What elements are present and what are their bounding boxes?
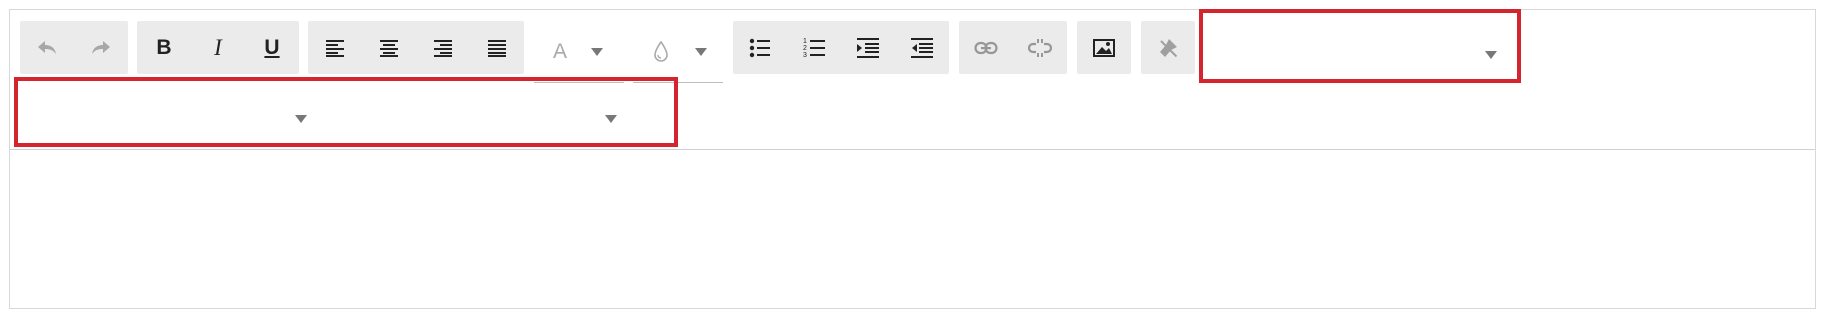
outdent-button[interactable]: [895, 21, 949, 74]
outdent-icon: [911, 37, 933, 58]
chevron-down-icon[interactable]: [695, 47, 707, 56]
link-group: [959, 21, 1067, 74]
chevron-down-icon[interactable]: [591, 47, 604, 56]
droplet-icon: [654, 40, 668, 62]
unlink-icon: [1028, 38, 1052, 57]
font-color-icon: A: [553, 39, 568, 63]
alignment-group: [308, 21, 524, 74]
align-left-icon: [326, 39, 344, 57]
align-left-button[interactable]: [308, 21, 362, 74]
image-group: [1077, 21, 1131, 74]
bulleted-list-button[interactable]: [733, 21, 787, 74]
bold-icon: B: [156, 35, 172, 59]
undo-button[interactable]: [20, 21, 74, 74]
align-justify-button[interactable]: [470, 21, 524, 74]
font-color-picker[interactable]: A: [534, 21, 624, 83]
rich-text-editor: B I U A 1 2 3: [9, 9, 1816, 309]
editor-toolbar: B I U A 1 2 3: [10, 10, 1815, 150]
numbered-list-icon: 1 2 3: [803, 38, 825, 59]
svg-text:1: 1: [803, 38, 807, 45]
numbered-list-button[interactable]: 1 2 3: [787, 21, 841, 74]
insert-image-button[interactable]: [1077, 21, 1131, 74]
indent-button[interactable]: [841, 21, 895, 74]
align-center-icon: [380, 39, 398, 57]
link-button[interactable]: [959, 21, 1013, 74]
clear-format-button[interactable]: [1141, 21, 1195, 74]
align-justify-icon: [488, 39, 506, 57]
history-group: [20, 21, 128, 74]
align-right-icon: [434, 39, 452, 57]
chevron-down-icon[interactable]: [295, 115, 307, 123]
italic-button[interactable]: I: [191, 21, 245, 74]
text-style-group: B I U: [137, 21, 299, 74]
redo-button[interactable]: [74, 21, 128, 74]
align-center-button[interactable]: [362, 21, 416, 74]
chevron-down-icon[interactable]: [605, 115, 617, 123]
indent-icon: [857, 37, 879, 58]
undo-icon: [38, 40, 56, 54]
bulleted-list-icon: [749, 38, 770, 57]
font-family-dropdown[interactable]: [19, 85, 321, 147]
svg-text:2: 2: [803, 45, 807, 52]
clear-format-icon: [1160, 38, 1178, 57]
bold-button[interactable]: B: [137, 21, 191, 74]
background-color-picker[interactable]: [633, 21, 723, 83]
unlink-button[interactable]: [1013, 21, 1067, 74]
svg-text:3: 3: [803, 52, 807, 59]
chevron-down-icon[interactable]: [1485, 51, 1497, 59]
link-icon: [974, 41, 998, 54]
font-size-dropdown[interactable]: [329, 85, 631, 147]
align-right-button[interactable]: [416, 21, 470, 74]
underline-button[interactable]: U: [245, 21, 299, 74]
list-group: 1 2 3: [733, 21, 949, 74]
editor-content-area[interactable]: [10, 150, 1815, 308]
image-icon: [1093, 38, 1115, 57]
redo-icon: [92, 40, 110, 54]
block-format-dropdown[interactable]: [1209, 21, 1511, 83]
clear-format-group: [1141, 21, 1195, 74]
underline-icon: U: [264, 35, 280, 59]
italic-icon: I: [214, 34, 222, 60]
